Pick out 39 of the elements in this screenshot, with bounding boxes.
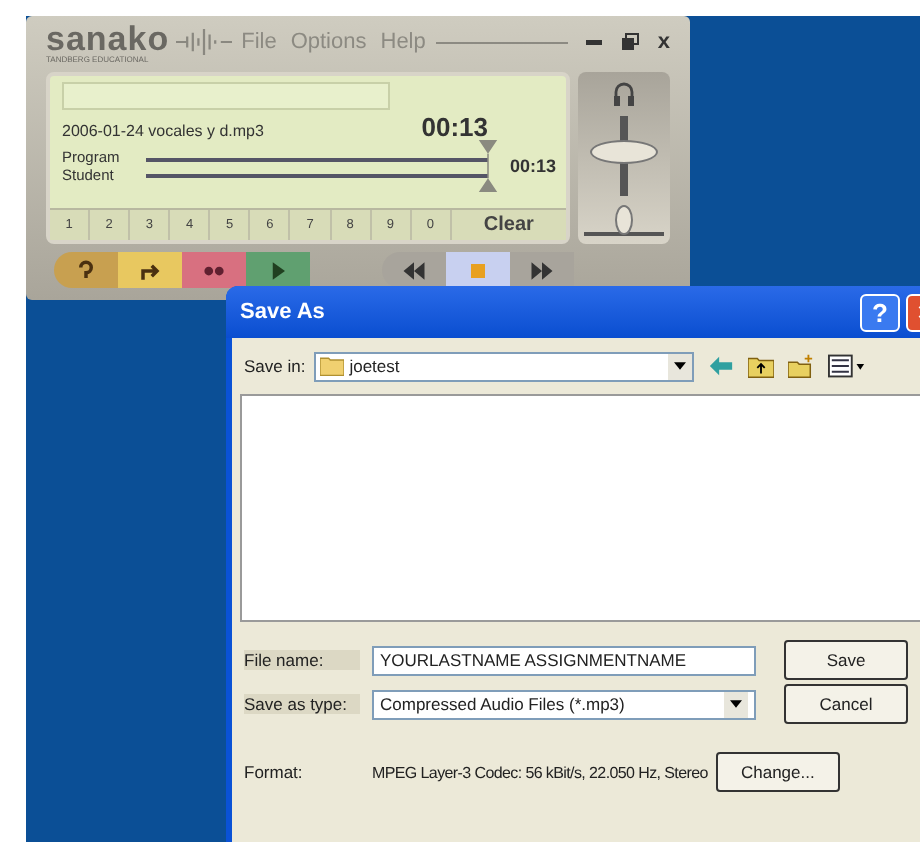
time-display: 00:13: [421, 112, 488, 142]
format-value: MPEG Layer-3 Codec: 56 kBit/s, 22.050 Hz, Stereo: [372, 763, 708, 781]
transport-button[interactable]: [382, 252, 446, 288]
arrow-icon: [136, 259, 164, 281]
format-label: Format:: [244, 762, 305, 782]
transport-button[interactable]: [446, 252, 510, 288]
file-name: 2006-01-24 vocales y d.mp3: [62, 122, 264, 140]
save-as-type-label: Save as type:: [244, 694, 360, 714]
transport-button[interactable]: [118, 252, 182, 288]
position-marker[interactable]: [475, 140, 500, 192]
volume-thumb[interactable]: [590, 140, 658, 164]
close-button[interactable]: x: [645, 30, 670, 54]
folder-up-icon[interactable]: [747, 354, 774, 378]
view-menu-icon[interactable]: [827, 354, 866, 378]
file-name-label: File name:: [244, 650, 360, 670]
waveform-icon: [175, 28, 232, 56]
transport-button[interactable]: [182, 252, 246, 288]
transport-button[interactable]: [54, 252, 118, 288]
file-name-field[interactable]: YOURLASTNAME ASSIGNMENTNAME: [372, 645, 756, 675]
app-logo: sanako: [46, 21, 170, 55]
save-in-dropdown[interactable]: joetest: [313, 351, 694, 381]
save-in-label: Save in:: [244, 356, 306, 376]
dialog-title: Save As: [240, 300, 327, 324]
file-type-dropdown[interactable]: Compressed Audio Files (*.mp3): [372, 689, 756, 719]
headphones-icon: [612, 80, 636, 108]
help-button[interactable]: ?: [860, 293, 900, 331]
rewind-icon: [400, 259, 428, 281]
back-arrow-icon[interactable]: [707, 354, 734, 378]
forward-icon: [528, 259, 556, 281]
new-folder-icon[interactable]: [787, 354, 814, 378]
restore-icon[interactable]: [619, 32, 640, 52]
end-time: 00:13: [507, 156, 556, 176]
change-button[interactable]: Change...: [715, 752, 840, 792]
transport-button[interactable]: [246, 252, 310, 288]
folder-icon: [319, 356, 344, 376]
cancel-button[interactable]: Cancel: [784, 684, 908, 724]
clear-button[interactable]: Clear: [451, 210, 567, 240]
transport-button[interactable]: [510, 252, 574, 288]
save-button[interactable]: Save: [784, 640, 908, 680]
